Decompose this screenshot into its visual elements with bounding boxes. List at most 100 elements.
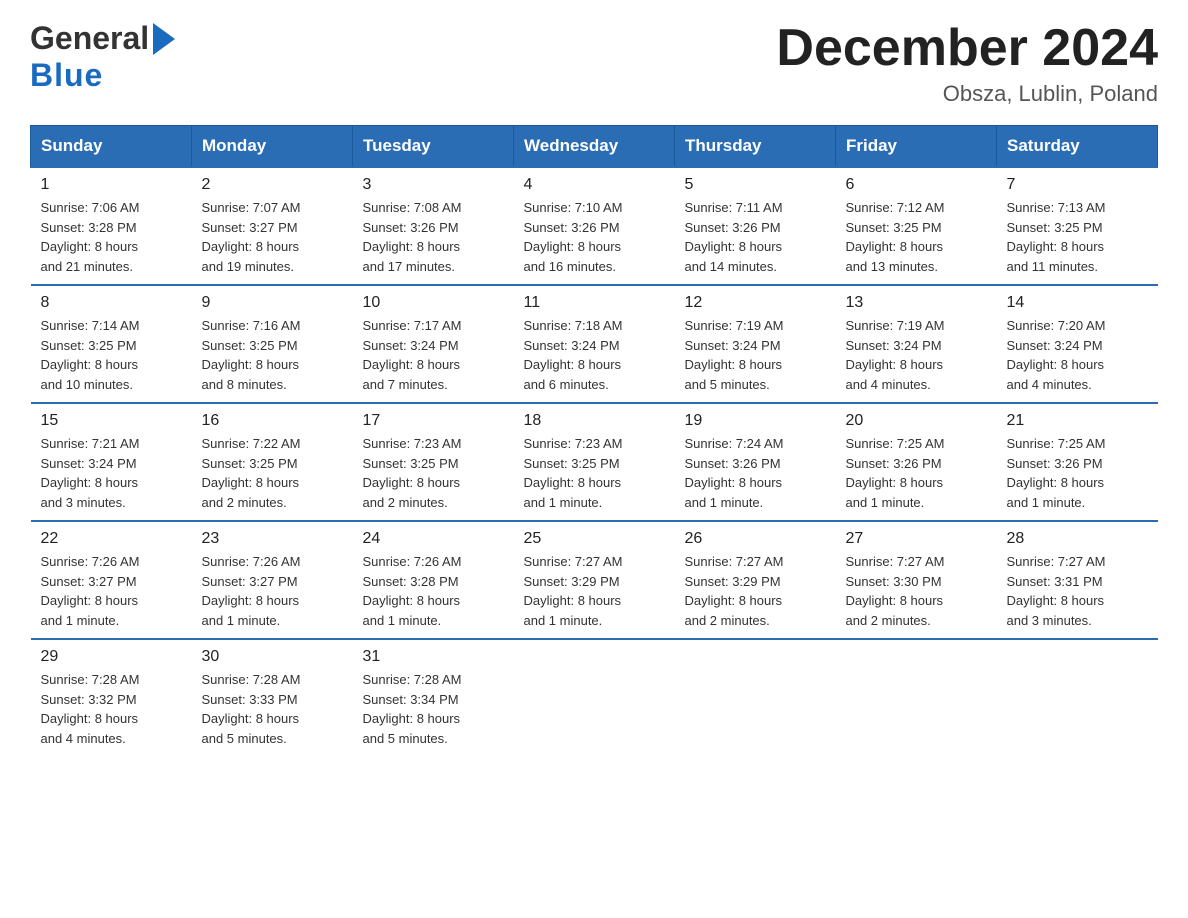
day-info: Sunrise: 7:25 AM Sunset: 3:26 PM Dayligh… xyxy=(846,434,987,512)
day-number: 12 xyxy=(685,294,826,312)
day-info: Sunrise: 7:06 AM Sunset: 3:28 PM Dayligh… xyxy=(41,198,182,276)
calendar-cell: 23 Sunrise: 7:26 AM Sunset: 3:27 PM Dayl… xyxy=(192,521,353,639)
day-number: 2 xyxy=(202,176,343,194)
day-number: 19 xyxy=(685,412,826,430)
calendar-table: Sunday Monday Tuesday Wednesday Thursday… xyxy=(30,125,1158,756)
calendar-cell: 3 Sunrise: 7:08 AM Sunset: 3:26 PM Dayli… xyxy=(353,167,514,285)
calendar-cell: 4 Sunrise: 7:10 AM Sunset: 3:26 PM Dayli… xyxy=(514,167,675,285)
month-title: December 2024 xyxy=(776,20,1158,77)
page-header: General Blue December 2024 Obsza, Lublin… xyxy=(30,20,1158,107)
day-number: 1 xyxy=(41,176,182,194)
title-block: December 2024 Obsza, Lublin, Poland xyxy=(776,20,1158,107)
header-friday: Friday xyxy=(836,126,997,168)
calendar-cell: 11 Sunrise: 7:18 AM Sunset: 3:24 PM Dayl… xyxy=(514,285,675,403)
calendar-cell: 1 Sunrise: 7:06 AM Sunset: 3:28 PM Dayli… xyxy=(31,167,192,285)
day-info: Sunrise: 7:10 AM Sunset: 3:26 PM Dayligh… xyxy=(524,198,665,276)
day-info: Sunrise: 7:08 AM Sunset: 3:26 PM Dayligh… xyxy=(363,198,504,276)
calendar-cell: 19 Sunrise: 7:24 AM Sunset: 3:26 PM Dayl… xyxy=(675,403,836,521)
day-info: Sunrise: 7:12 AM Sunset: 3:25 PM Dayligh… xyxy=(846,198,987,276)
day-number: 10 xyxy=(363,294,504,312)
day-info: Sunrise: 7:07 AM Sunset: 3:27 PM Dayligh… xyxy=(202,198,343,276)
calendar-cell: 10 Sunrise: 7:17 AM Sunset: 3:24 PM Dayl… xyxy=(353,285,514,403)
calendar-cell: 2 Sunrise: 7:07 AM Sunset: 3:27 PM Dayli… xyxy=(192,167,353,285)
day-number: 30 xyxy=(202,648,343,666)
calendar-cell: 22 Sunrise: 7:26 AM Sunset: 3:27 PM Dayl… xyxy=(31,521,192,639)
day-number: 27 xyxy=(846,530,987,548)
day-number: 24 xyxy=(363,530,504,548)
logo-blue-text: Blue xyxy=(30,57,103,93)
day-info: Sunrise: 7:26 AM Sunset: 3:28 PM Dayligh… xyxy=(363,552,504,630)
header-monday: Monday xyxy=(192,126,353,168)
header-saturday: Saturday xyxy=(997,126,1158,168)
week-row-5: 29 Sunrise: 7:28 AM Sunset: 3:32 PM Dayl… xyxy=(31,639,1158,756)
day-number: 31 xyxy=(363,648,504,666)
week-row-1: 1 Sunrise: 7:06 AM Sunset: 3:28 PM Dayli… xyxy=(31,167,1158,285)
day-number: 16 xyxy=(202,412,343,430)
day-number: 26 xyxy=(685,530,826,548)
header-wednesday: Wednesday xyxy=(514,126,675,168)
calendar-cell: 24 Sunrise: 7:26 AM Sunset: 3:28 PM Dayl… xyxy=(353,521,514,639)
day-info: Sunrise: 7:22 AM Sunset: 3:25 PM Dayligh… xyxy=(202,434,343,512)
day-info: Sunrise: 7:25 AM Sunset: 3:26 PM Dayligh… xyxy=(1007,434,1148,512)
day-info: Sunrise: 7:19 AM Sunset: 3:24 PM Dayligh… xyxy=(846,316,987,394)
day-info: Sunrise: 7:27 AM Sunset: 3:29 PM Dayligh… xyxy=(524,552,665,630)
day-info: Sunrise: 7:27 AM Sunset: 3:30 PM Dayligh… xyxy=(846,552,987,630)
day-number: 17 xyxy=(363,412,504,430)
day-info: Sunrise: 7:27 AM Sunset: 3:31 PM Dayligh… xyxy=(1007,552,1148,630)
calendar-cell: 31 Sunrise: 7:28 AM Sunset: 3:34 PM Dayl… xyxy=(353,639,514,756)
calendar-cell: 30 Sunrise: 7:28 AM Sunset: 3:33 PM Dayl… xyxy=(192,639,353,756)
day-info: Sunrise: 7:28 AM Sunset: 3:34 PM Dayligh… xyxy=(363,670,504,748)
calendar-cell: 15 Sunrise: 7:21 AM Sunset: 3:24 PM Dayl… xyxy=(31,403,192,521)
day-number: 14 xyxy=(1007,294,1148,312)
logo-general-text: General xyxy=(30,20,149,57)
calendar-cell: 13 Sunrise: 7:19 AM Sunset: 3:24 PM Dayl… xyxy=(836,285,997,403)
day-number: 3 xyxy=(363,176,504,194)
calendar-cell: 21 Sunrise: 7:25 AM Sunset: 3:26 PM Dayl… xyxy=(997,403,1158,521)
day-info: Sunrise: 7:28 AM Sunset: 3:33 PM Dayligh… xyxy=(202,670,343,748)
day-info: Sunrise: 7:26 AM Sunset: 3:27 PM Dayligh… xyxy=(41,552,182,630)
logo-arrow-icon xyxy=(153,23,175,55)
day-number: 15 xyxy=(41,412,182,430)
calendar-cell: 20 Sunrise: 7:25 AM Sunset: 3:26 PM Dayl… xyxy=(836,403,997,521)
calendar-cell: 26 Sunrise: 7:27 AM Sunset: 3:29 PM Dayl… xyxy=(675,521,836,639)
day-info: Sunrise: 7:14 AM Sunset: 3:25 PM Dayligh… xyxy=(41,316,182,394)
day-number: 20 xyxy=(846,412,987,430)
day-number: 11 xyxy=(524,294,665,312)
day-info: Sunrise: 7:26 AM Sunset: 3:27 PM Dayligh… xyxy=(202,552,343,630)
calendar-cell xyxy=(997,639,1158,756)
day-number: 29 xyxy=(41,648,182,666)
day-info: Sunrise: 7:19 AM Sunset: 3:24 PM Dayligh… xyxy=(685,316,826,394)
calendar-cell: 16 Sunrise: 7:22 AM Sunset: 3:25 PM Dayl… xyxy=(192,403,353,521)
day-number: 6 xyxy=(846,176,987,194)
day-info: Sunrise: 7:21 AM Sunset: 3:24 PM Dayligh… xyxy=(41,434,182,512)
header-thursday: Thursday xyxy=(675,126,836,168)
calendar-cell: 12 Sunrise: 7:19 AM Sunset: 3:24 PM Dayl… xyxy=(675,285,836,403)
header-sunday: Sunday xyxy=(31,126,192,168)
calendar-cell: 5 Sunrise: 7:11 AM Sunset: 3:26 PM Dayli… xyxy=(675,167,836,285)
day-number: 23 xyxy=(202,530,343,548)
calendar-cell: 18 Sunrise: 7:23 AM Sunset: 3:25 PM Dayl… xyxy=(514,403,675,521)
day-number: 13 xyxy=(846,294,987,312)
day-number: 9 xyxy=(202,294,343,312)
days-header-row: Sunday Monday Tuesday Wednesday Thursday… xyxy=(31,126,1158,168)
day-number: 22 xyxy=(41,530,182,548)
day-number: 5 xyxy=(685,176,826,194)
day-info: Sunrise: 7:27 AM Sunset: 3:29 PM Dayligh… xyxy=(685,552,826,630)
day-info: Sunrise: 7:24 AM Sunset: 3:26 PM Dayligh… xyxy=(685,434,826,512)
week-row-4: 22 Sunrise: 7:26 AM Sunset: 3:27 PM Dayl… xyxy=(31,521,1158,639)
day-info: Sunrise: 7:17 AM Sunset: 3:24 PM Dayligh… xyxy=(363,316,504,394)
calendar-cell xyxy=(836,639,997,756)
day-info: Sunrise: 7:13 AM Sunset: 3:25 PM Dayligh… xyxy=(1007,198,1148,276)
calendar-cell xyxy=(514,639,675,756)
week-row-3: 15 Sunrise: 7:21 AM Sunset: 3:24 PM Dayl… xyxy=(31,403,1158,521)
day-info: Sunrise: 7:23 AM Sunset: 3:25 PM Dayligh… xyxy=(363,434,504,512)
week-row-2: 8 Sunrise: 7:14 AM Sunset: 3:25 PM Dayli… xyxy=(31,285,1158,403)
day-info: Sunrise: 7:16 AM Sunset: 3:25 PM Dayligh… xyxy=(202,316,343,394)
calendar-cell: 17 Sunrise: 7:23 AM Sunset: 3:25 PM Dayl… xyxy=(353,403,514,521)
day-number: 21 xyxy=(1007,412,1148,430)
calendar-cell: 29 Sunrise: 7:28 AM Sunset: 3:32 PM Dayl… xyxy=(31,639,192,756)
calendar-cell: 9 Sunrise: 7:16 AM Sunset: 3:25 PM Dayli… xyxy=(192,285,353,403)
calendar-cell: 14 Sunrise: 7:20 AM Sunset: 3:24 PM Dayl… xyxy=(997,285,1158,403)
calendar-cell: 8 Sunrise: 7:14 AM Sunset: 3:25 PM Dayli… xyxy=(31,285,192,403)
header-tuesday: Tuesday xyxy=(353,126,514,168)
